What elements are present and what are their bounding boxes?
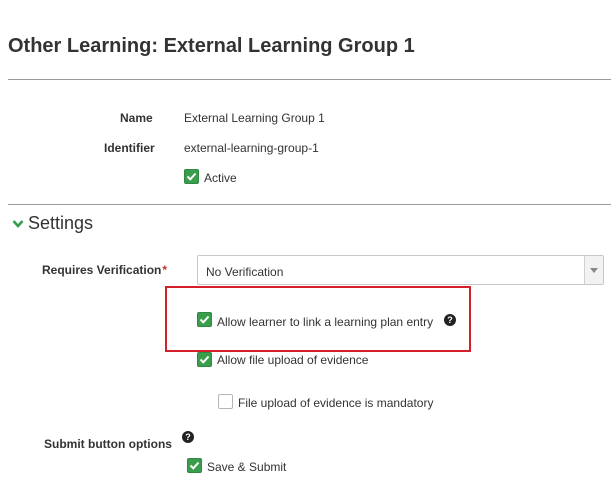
identifier-value: external-learning-group-1 <box>184 141 319 155</box>
select-arrow[interactable] <box>584 256 603 284</box>
settings-title: Settings <box>28 213 94 233</box>
save-submit-label: Save & Submit <box>207 460 287 474</box>
title-divider <box>8 79 611 80</box>
help-icon[interactable]: ? <box>182 431 194 443</box>
upload-mandatory-label: File upload of evidence is mandatory <box>238 396 434 410</box>
save-submit-checkbox[interactable] <box>187 458 202 473</box>
page-title: Other Learning: External Learning Group … <box>8 35 415 57</box>
identifier-label: Identifier <box>104 141 155 155</box>
allow-upload-label: Allow file upload of evidence <box>217 353 369 367</box>
requires-verification-value: No Verification <box>206 265 284 279</box>
requires-verification-select[interactable]: No Verification <box>197 255 604 285</box>
check-icon <box>186 172 197 181</box>
highlight-box <box>165 286 471 352</box>
upload-mandatory-checkbox[interactable] <box>218 394 233 409</box>
settings-divider <box>8 204 611 205</box>
active-checkbox[interactable] <box>184 169 199 184</box>
allow-upload-checkbox[interactable] <box>197 352 212 367</box>
name-value: External Learning Group 1 <box>184 111 325 125</box>
name-label: Name <box>120 111 153 125</box>
requires-verification-text: Requires Verification <box>42 263 162 277</box>
check-icon <box>199 355 210 364</box>
required-marker: * <box>162 263 168 277</box>
chevron-down-icon <box>12 220 24 228</box>
submit-options-label: Submit button options <box>44 437 172 451</box>
page: Other Learning: External Learning Group … <box>0 0 611 498</box>
requires-verification-label: Requires Verification* <box>42 263 167 277</box>
check-icon <box>189 461 200 470</box>
active-label: Active <box>204 171 237 185</box>
caret-down-icon <box>590 268 598 273</box>
